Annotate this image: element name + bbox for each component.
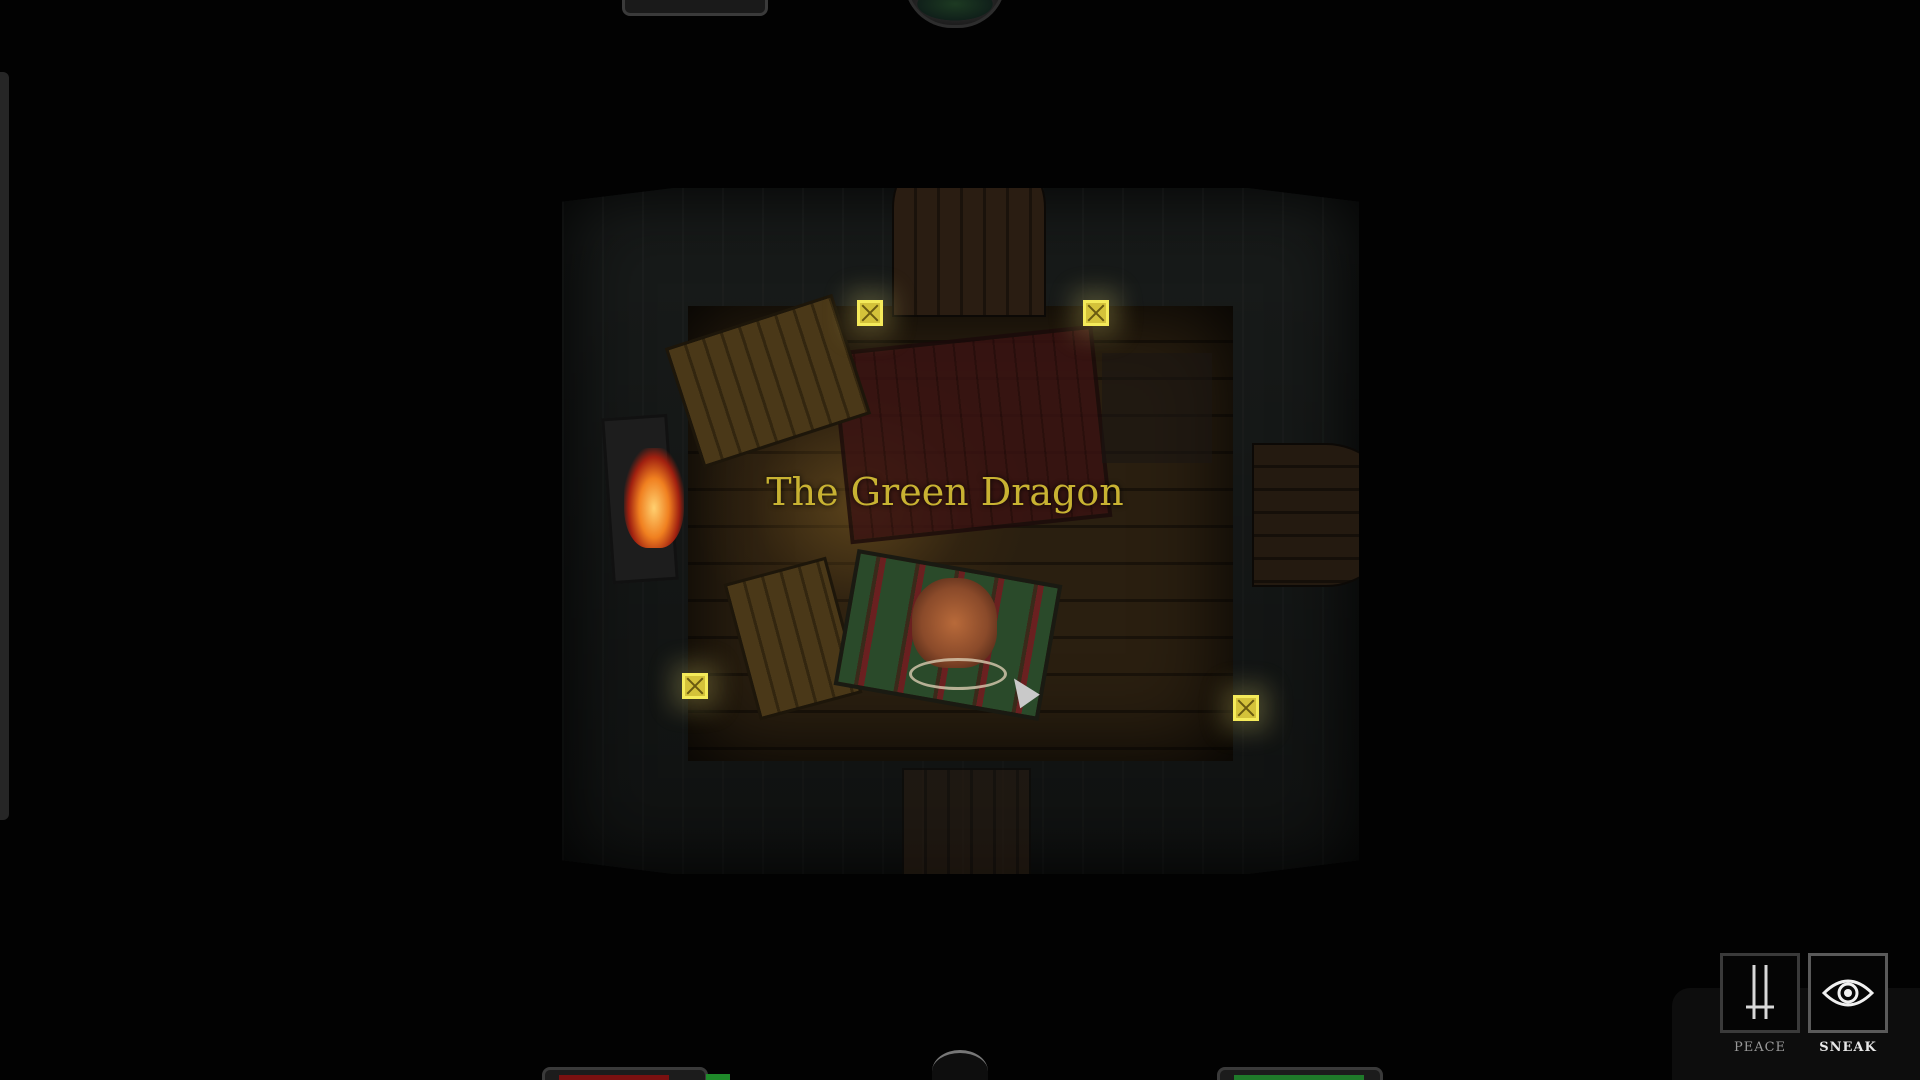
door-east[interactable] — [1252, 443, 1359, 587]
eye-icon — [1821, 979, 1875, 1007]
crossed-swords-icon — [1746, 965, 1774, 1019]
door-north[interactable] — [892, 188, 1046, 317]
bottom-hud-crest[interactable] — [932, 1050, 988, 1080]
top-hud-tab[interactable] — [622, 0, 768, 16]
peace-mode-button[interactable] — [1720, 953, 1800, 1033]
lantern-icon[interactable] — [682, 673, 708, 699]
top-hud-crest — [904, 0, 1006, 28]
sneak-mode-label: SNEAK — [1819, 1040, 1877, 1055]
player-character[interactable] — [912, 578, 997, 668]
player-selection-ring — [909, 658, 1007, 690]
tavern-room — [562, 188, 1359, 874]
game-viewport[interactable]: The Green Dragon PEACE SNEAK — [0, 0, 1920, 1080]
game-board — [1102, 353, 1212, 463]
fire-icon — [624, 448, 684, 548]
location-title: The Green Dragon — [766, 470, 1124, 514]
door-south[interactable] — [902, 768, 1031, 874]
health-bar — [542, 1067, 708, 1080]
peace-mode-label: PEACE — [1733, 1040, 1787, 1055]
health-bar-marker — [706, 1074, 730, 1080]
left-side-panel-handle[interactable] — [0, 72, 9, 820]
lantern-icon[interactable] — [857, 300, 883, 326]
stamina-bar — [1217, 1067, 1383, 1080]
lantern-icon[interactable] — [1083, 300, 1109, 326]
sneak-mode-button[interactable] — [1808, 953, 1888, 1033]
lantern-icon[interactable] — [1233, 695, 1259, 721]
